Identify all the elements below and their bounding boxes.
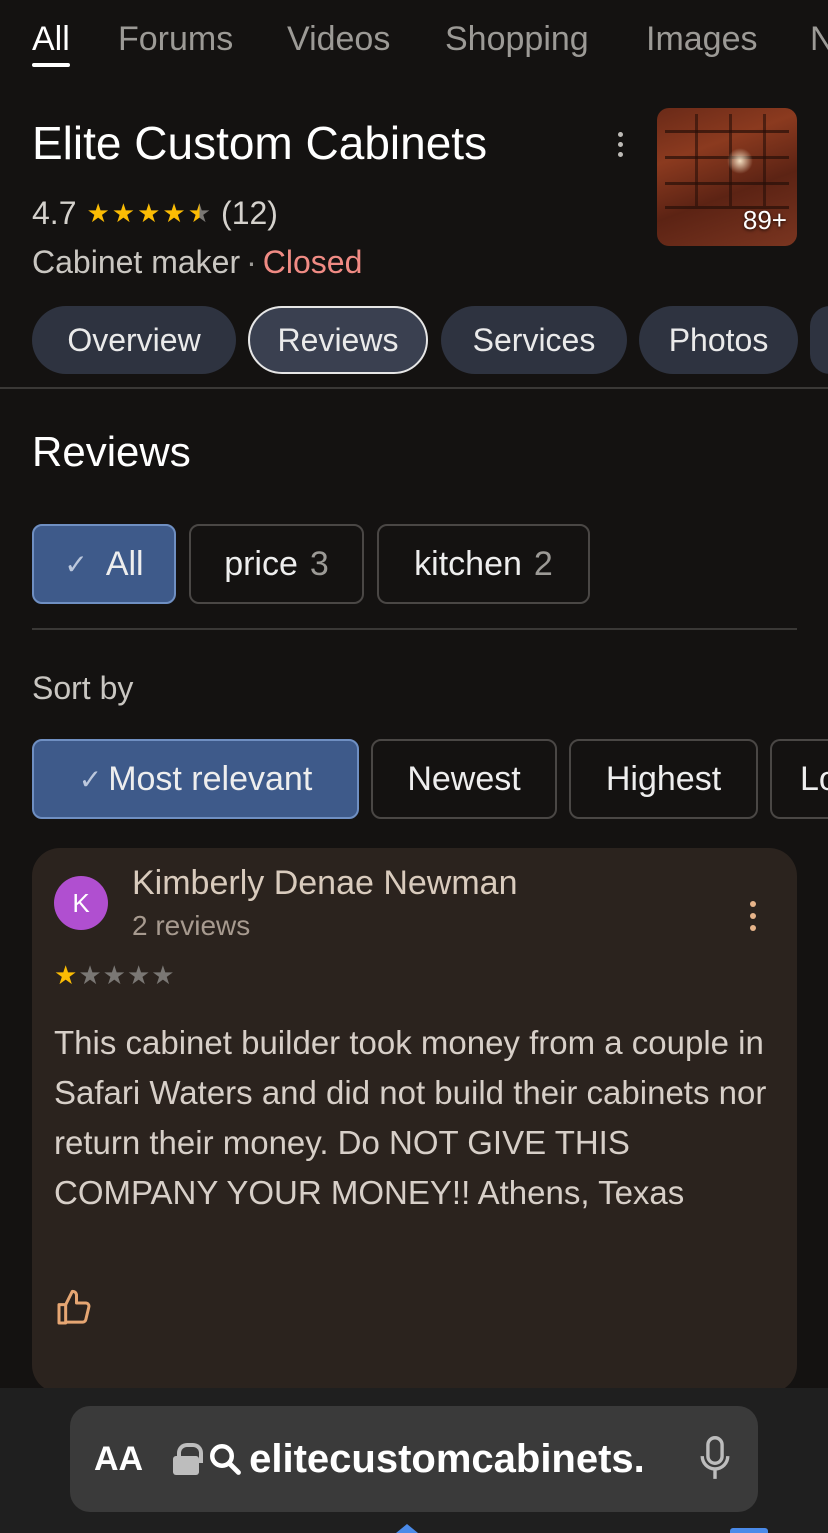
business-category: Cabinet maker: [32, 244, 241, 280]
reader-settings-button[interactable]: AA: [94, 1440, 143, 1479]
chip-overview[interactable]: Overview: [32, 306, 236, 374]
more-vert-icon[interactable]: [608, 124, 632, 164]
avatar[interactable]: K: [54, 876, 108, 930]
toolbar-indicator: [730, 1528, 768, 1533]
sort-by-label: Sort by: [32, 670, 134, 706]
browser-bottom-bar: AA elitecustomcabinets.: [0, 1388, 828, 1533]
mic-icon[interactable]: [698, 1434, 732, 1484]
filter-count: 2: [533, 544, 553, 583]
star-half-icon: ★: [187, 198, 212, 228]
section-chips: Overview Reviews Services Photos: [0, 306, 828, 376]
star-icon: ★: [151, 960, 175, 990]
photo-count: 89+: [742, 205, 787, 235]
separator: ·: [246, 244, 257, 280]
tab-shopping[interactable]: Shopping: [445, 20, 589, 59]
check-icon: ✓: [64, 548, 88, 580]
sort-lowest-partial[interactable]: Lo: [770, 739, 828, 819]
url-text: elitecustomcabinets.: [249, 1436, 645, 1481]
rating-stars: ★ ★ ★ ★ ★: [86, 198, 211, 229]
business-name: Elite Custom Cabinets: [32, 117, 488, 169]
tab-videos[interactable]: Videos: [287, 20, 390, 59]
reviewer-review-count: 2 reviews: [132, 910, 251, 941]
chip-photos[interactable]: Photos: [639, 306, 798, 374]
thumb-up-icon[interactable]: [54, 1288, 94, 1328]
more-vert-icon[interactable]: [743, 896, 763, 936]
star-icon: ★: [86, 198, 110, 228]
rating-row[interactable]: 4.7 ★ ★ ★ ★ ★ (12): [32, 195, 278, 232]
business-photo-thumbnail[interactable]: 89+: [657, 108, 797, 246]
tab-images[interactable]: Images: [646, 20, 758, 59]
filter-all[interactable]: ✓ All: [32, 524, 176, 604]
review-text: This cabinet builder took money from a c…: [54, 1024, 767, 1211]
star-icon: ★: [78, 960, 102, 990]
review-stars: ★ ★ ★ ★ ★: [54, 960, 175, 991]
review-count: (12): [221, 195, 278, 231]
tab-news-partial[interactable]: N: [810, 20, 828, 59]
star-icon: ★: [126, 960, 151, 990]
sort-most-relevant[interactable]: ✓ Most relevant: [32, 739, 359, 819]
star-icon: ★: [137, 198, 161, 228]
filter-count: 3: [309, 544, 329, 583]
filter-label: price: [224, 544, 298, 583]
reviews-heading: Reviews: [32, 428, 191, 475]
divider: [0, 387, 828, 389]
chip-more-partial[interactable]: [810, 306, 828, 374]
filter-label: All: [105, 544, 144, 583]
filter-label: kitchen: [414, 544, 522, 583]
divider: [32, 628, 797, 630]
filter-price[interactable]: price 3: [189, 524, 364, 604]
tab-forums[interactable]: Forums: [118, 20, 233, 59]
tab-all[interactable]: All: [32, 20, 70, 67]
star-icon: ★: [111, 198, 136, 228]
category-status: Cabinet maker · Closed: [32, 244, 362, 281]
star-icon: ★: [162, 198, 186, 228]
filter-kitchen[interactable]: kitchen 2: [377, 524, 590, 604]
sort-label: Lo: [800, 759, 828, 798]
star-icon: ★: [54, 960, 78, 990]
search-icon: [210, 1444, 242, 1475]
sort-label: Most relevant: [108, 759, 313, 798]
check-icon: ✓: [78, 763, 103, 795]
sort-newest[interactable]: Newest: [371, 739, 557, 819]
search-tabs: All Forums Videos Shopping Images N: [0, 0, 828, 80]
star-icon: ★: [102, 960, 126, 990]
sort-highest[interactable]: Highest: [569, 739, 758, 819]
address-bar[interactable]: AA elitecustomcabinets.: [70, 1406, 758, 1512]
review-card: K Kimberly Denae Newman 2 reviews ★ ★ ★ ★ ★ …: [32, 848, 797, 1393]
rating-value: 4.7: [32, 195, 77, 231]
chip-reviews[interactable]: Reviews: [248, 306, 428, 374]
open-status: Closed: [262, 244, 363, 280]
reviewer-name[interactable]: Kimberly Denae Newman: [132, 864, 518, 903]
sort-label: Highest: [605, 759, 722, 798]
chip-services[interactable]: Services: [441, 306, 627, 374]
lock-icon: [173, 1443, 204, 1475]
sort-label: Newest: [407, 759, 521, 798]
